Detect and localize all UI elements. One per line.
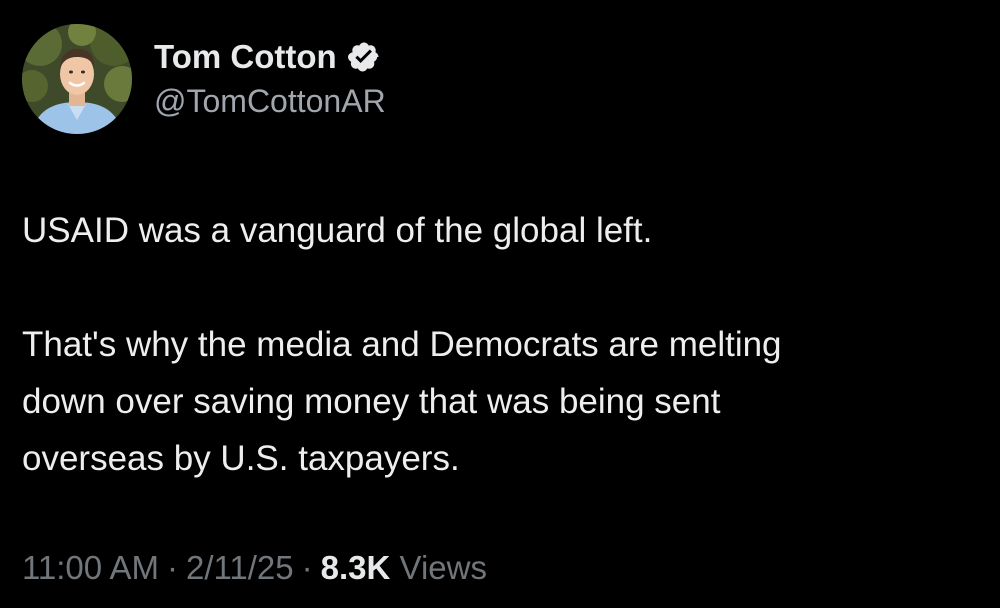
tweet-metadata: 11:00 AM · 2/11/25 · 8.3K Views (22, 545, 487, 591)
views-label: Views (399, 549, 487, 586)
author-display-name[interactable]: Tom Cotton (154, 37, 337, 77)
tweet-date[interactable]: 2/11/25 (186, 549, 294, 586)
tweet-time[interactable]: 11:00 AM (22, 549, 159, 586)
name-row: Tom Cotton (154, 37, 386, 77)
tweet-body: USAID was a vanguard of the global left.… (22, 202, 972, 487)
avatar-photo-icon (22, 24, 132, 134)
author-info: Tom Cotton @TomCottonAR (154, 24, 386, 134)
meta-separator: · (166, 549, 178, 586)
avatar[interactable] (22, 24, 132, 134)
meta-separator: · (301, 549, 313, 586)
tweet-paragraph-1: USAID was a vanguard of the global left. (22, 211, 653, 250)
tweet-card: Tom Cotton @TomCottonAR USAID was a vang… (0, 0, 1000, 608)
tweet-header: Tom Cotton @TomCottonAR (22, 24, 386, 134)
views-count[interactable]: 8.3K (321, 549, 391, 586)
verified-badge-icon[interactable] (347, 40, 381, 74)
tweet-paragraph-2: That's why the media and Democrats are m… (22, 325, 782, 478)
author-handle[interactable]: @TomCottonAR (154, 81, 386, 121)
